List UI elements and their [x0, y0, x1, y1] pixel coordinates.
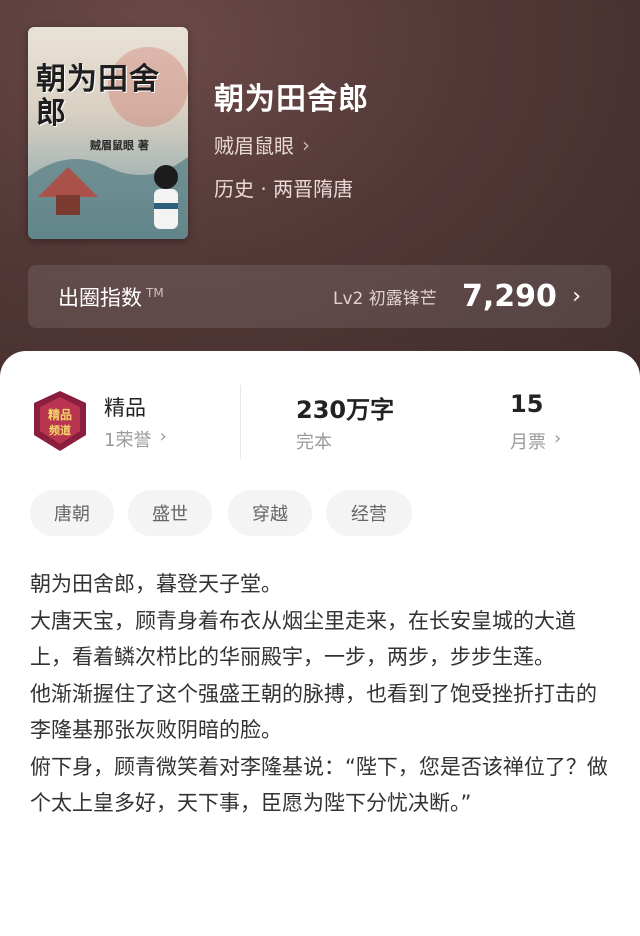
svg-text:频道: 频道 [49, 423, 71, 437]
index-value: 7,290 [462, 279, 557, 314]
word-count: 230万字 [296, 396, 395, 424]
author-link[interactable]: 贼眉鼠眼 › [214, 130, 310, 159]
chevron-right-icon: › [554, 428, 562, 449]
chevron-right-icon: › [302, 132, 310, 157]
description-paragraph: 朝为田舍郎，暮登天子堂。 [30, 572, 282, 596]
monthly-ticket-link[interactable]: 月票 › [510, 428, 561, 454]
book-description: 朝为田舍郎，暮登天子堂。 大唐天宝，顾青身着布衣从烟尘里走来，在长安皇城的大道上… [30, 566, 615, 822]
monthly-ticket-label: 月票 [510, 432, 546, 453]
monthly-ticket-count: 15 [510, 390, 544, 418]
svg-text:精品: 精品 [48, 407, 72, 422]
tag-chip[interactable]: 经营 [326, 490, 412, 536]
cover-title: 朝为田舍郎 [36, 62, 160, 131]
tag-chip[interactable]: 唐朝 [30, 490, 114, 536]
popularity-index-bar[interactable]: 出圈指数 TM Lv2 初露锋芒 7,290 › [28, 265, 611, 328]
tag-chip[interactable]: 盛世 [128, 490, 212, 536]
quality-sub: 1荣誉 [104, 430, 152, 451]
word-count-status: 完本 [296, 432, 332, 453]
index-level: Lv2 初露锋芒 [333, 289, 437, 309]
description-paragraph: 他渐渐握住了这个强盛王朝的脉搏，也看到了饱受挫折打击的李隆基那张灰败阴暗的脸。 [30, 681, 597, 743]
cover-art [28, 47, 188, 239]
chevron-right-icon: › [159, 426, 167, 447]
cover-author: 贼眉鼠眼 著 [90, 139, 149, 152]
quality-title: 精品 [104, 396, 146, 420]
book-genre: 历史 · 两晋隋唐 [214, 177, 354, 201]
book-title: 朝为田舍郎 [214, 82, 369, 117]
description-paragraph: 大唐天宝，顾青身着布衣从烟尘里走来，在长安皇城的大道上，看着鳞次栉比的华丽殿宇，… [30, 608, 576, 670]
index-label: 出圈指数 TM [58, 285, 164, 310]
description-paragraph: 俯下身，顾青微笑着对李隆基说：“陛下，您是否该禅位了？做个太上皇多好，天下事，臣… [30, 754, 608, 816]
trademark-mark: TM [146, 285, 164, 300]
author-name: 贼眉鼠眼 [214, 134, 294, 158]
quality-honor-link[interactable]: 1荣誉 › [104, 426, 167, 452]
book-cover[interactable]: 朝为田舍郎 贼眉鼠眼 著 [28, 27, 188, 239]
chevron-right-icon: › [572, 284, 581, 309]
stats-divider [240, 385, 241, 459]
tag-chip[interactable]: 穿越 [228, 490, 312, 536]
quality-badge-icon: 精品 频道 [30, 389, 90, 453]
